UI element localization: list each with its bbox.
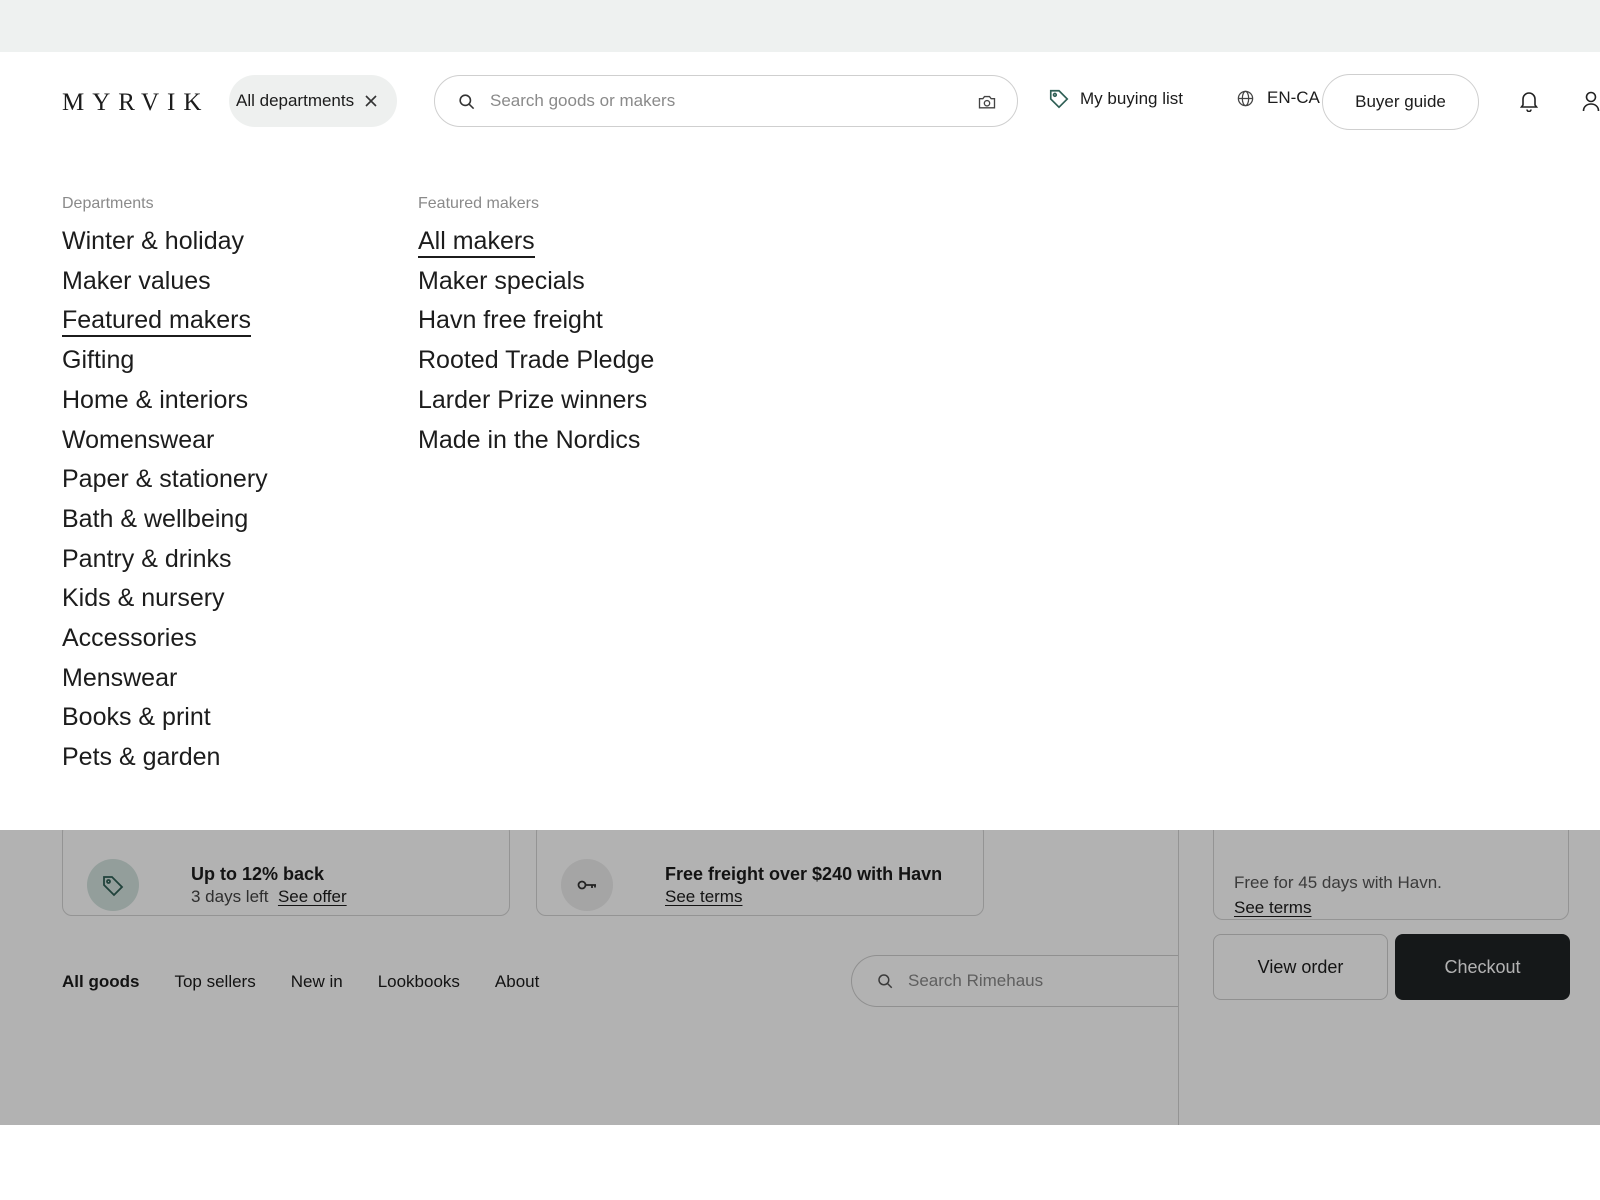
tag-icon — [1049, 89, 1069, 109]
mega-menu-panel: MYRVIK All departments My buying list EN… — [0, 52, 1600, 830]
department-item[interactable]: Accessories — [62, 619, 268, 659]
department-item[interactable]: Menswear — [62, 659, 268, 699]
my-buying-list-label: My buying list — [1080, 89, 1183, 108]
browser-top-strip — [0, 0, 1600, 52]
globe-icon — [1237, 90, 1254, 106]
bell-icon[interactable] — [1519, 90, 1539, 112]
search-bar[interactable] — [434, 75, 1018, 127]
locale-selector[interactable]: EN-CA — [1236, 88, 1320, 108]
search-input[interactable] — [490, 91, 950, 111]
locale-label: EN-CA — [1267, 88, 1320, 107]
featured-maker-item[interactable]: Larder Prize winners — [418, 381, 654, 421]
search-icon — [459, 93, 475, 109]
close-icon[interactable] — [364, 94, 378, 108]
my-buying-list-link[interactable]: My buying list — [1048, 88, 1183, 110]
department-item[interactable]: Kids & nursery — [62, 579, 268, 619]
department-item[interactable]: Maker values — [62, 262, 268, 302]
featured-makers-heading: Featured makers — [418, 195, 539, 212]
site-logo[interactable]: MYRVIK — [62, 89, 209, 117]
featured-maker-item[interactable]: Maker specials — [418, 262, 654, 302]
user-icon[interactable] — [1582, 90, 1600, 112]
department-filter-label: All departments — [236, 91, 355, 110]
department-item[interactable]: Pantry & drinks — [62, 540, 268, 580]
featured-maker-item[interactable]: Rooted Trade Pledge — [418, 341, 654, 381]
departments-column: Departments Winter & holiday Maker value… — [62, 194, 268, 778]
department-item[interactable]: Womenswear — [62, 421, 268, 461]
department-item[interactable]: Paper & stationery — [62, 460, 268, 500]
department-item[interactable]: Books & print — [62, 698, 268, 738]
department-item[interactable]: Pets & garden — [62, 738, 268, 778]
department-filter-chip[interactable]: All departments — [229, 75, 397, 127]
department-item-selected[interactable]: Featured makers — [62, 301, 268, 341]
featured-maker-item[interactable]: Made in the Nordics — [418, 421, 654, 461]
department-item[interactable]: Bath & wellbeing — [62, 500, 268, 540]
buyer-guide-button[interactable]: Buyer guide — [1322, 74, 1479, 130]
featured-maker-item[interactable]: Havn free freight — [418, 301, 654, 341]
department-item[interactable]: Home & interiors — [62, 381, 268, 421]
featured-maker-item-selected[interactable]: All makers — [418, 222, 654, 262]
featured-makers-column: Featured makers All makers Maker special… — [418, 194, 654, 460]
department-item[interactable]: Winter & holiday — [62, 222, 268, 262]
department-item[interactable]: Gifting — [62, 341, 268, 381]
departments-heading: Departments — [62, 195, 154, 212]
camera-icon[interactable] — [977, 93, 997, 111]
